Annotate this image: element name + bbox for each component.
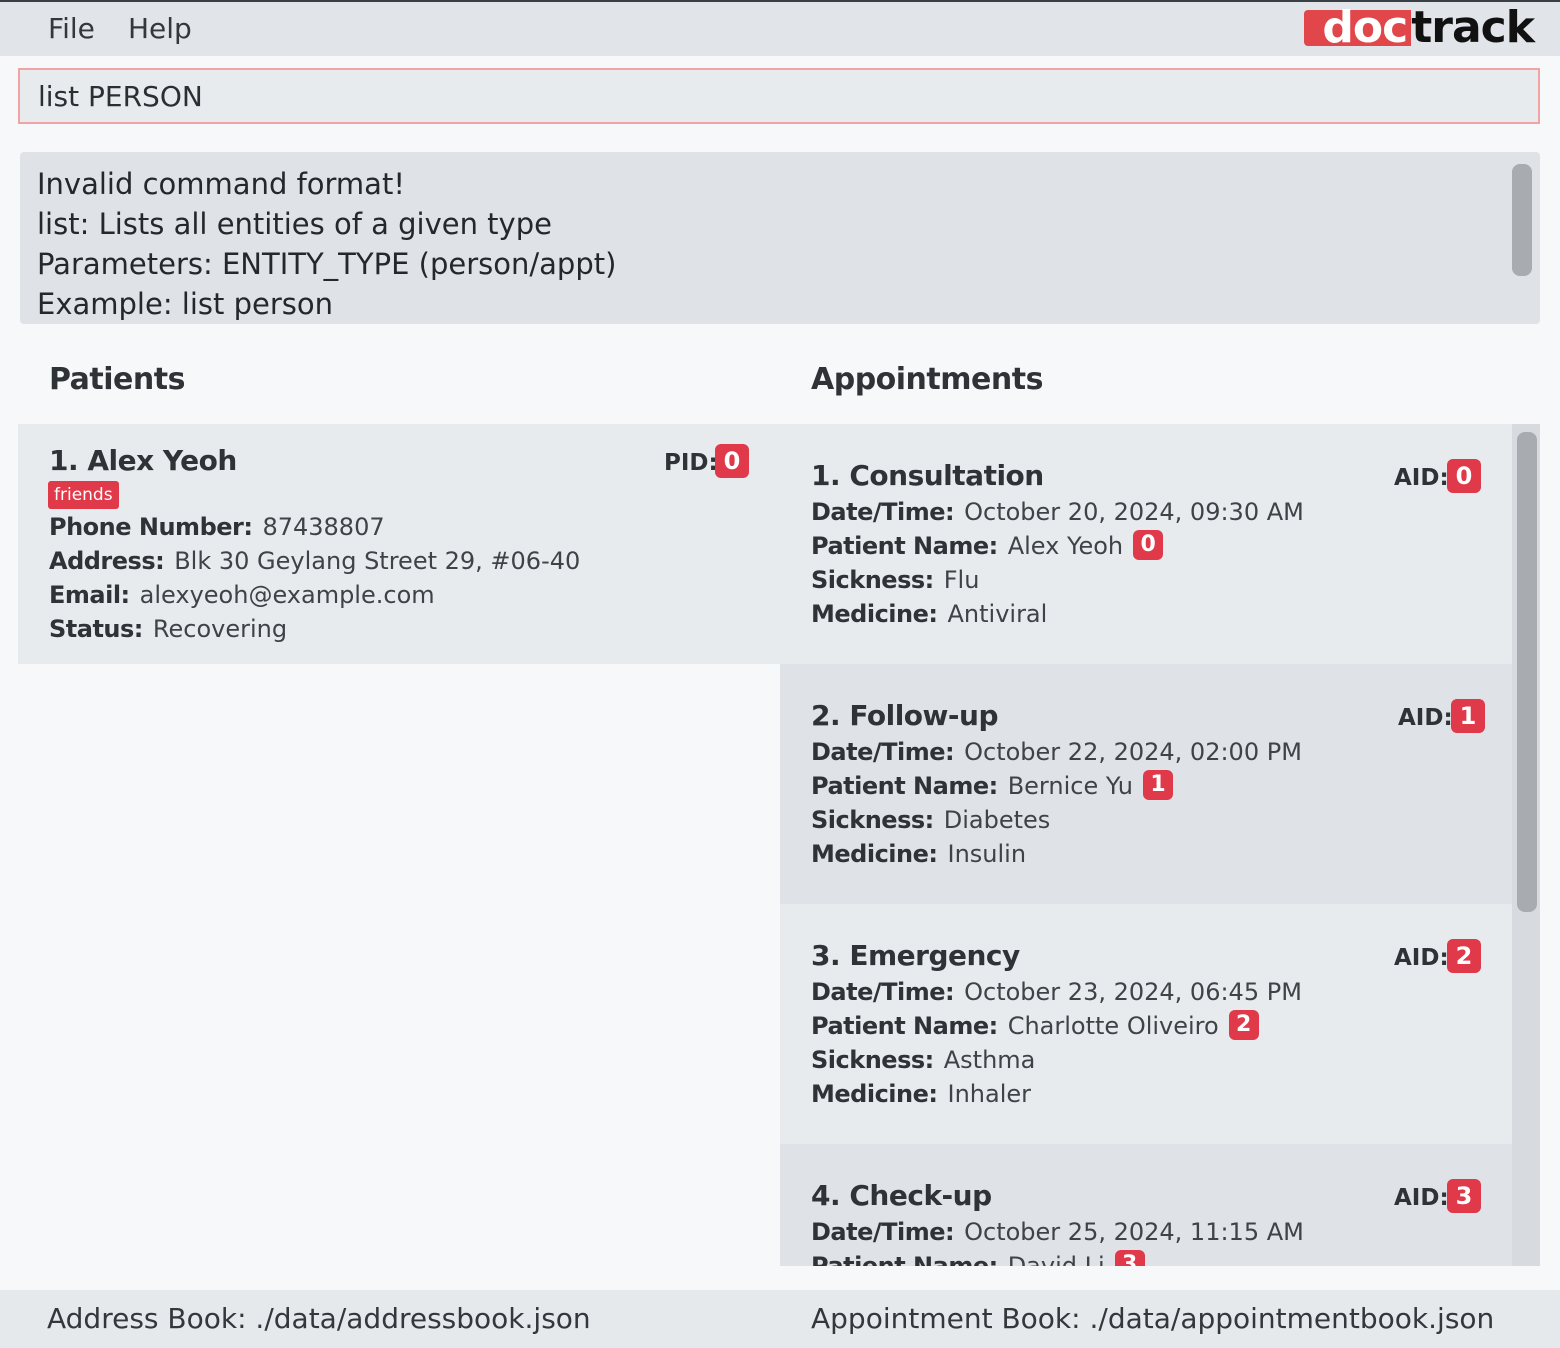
patient-card[interactable]: 1. Alex Yeoh PID: 0 friends Phone Number… <box>18 424 780 664</box>
appointment-scrollbar-thumb[interactable] <box>1517 432 1537 912</box>
appointment-list: 1. Consultation AID: 0 Date/Time: October… <box>780 424 1512 1266</box>
result-line: Example: list person <box>37 287 334 321</box>
aid-badge: 3 <box>1447 1179 1481 1213</box>
appointment-title: 2. Follow-up <box>811 699 999 732</box>
address-book-path: Address Book: ./data/addressbook.json <box>47 1302 591 1335</box>
aid-label: AID: <box>1394 465 1449 491</box>
result-scrollbar[interactable] <box>1512 162 1532 314</box>
appointment-datetime: Date/Time: October 23, 2024, 06:45 PM <box>811 978 1302 1006</box>
logo-track: track <box>1411 2 1535 53</box>
appointment-patient: Patient Name: Charlotte Oliveiro 2 <box>811 1010 1259 1042</box>
appointment-sickness: Sickness: Diabetes <box>811 806 1051 834</box>
patient-id-badge: 2 <box>1228 1010 1259 1040</box>
patients-title: Patients <box>49 362 185 397</box>
patient-status: Status: Recovering <box>49 615 288 643</box>
result-display: Invalid command format! list: Lists all … <box>20 152 1540 324</box>
aid-badge: 2 <box>1447 939 1481 973</box>
aid-badge: 1 <box>1451 699 1485 733</box>
aid-label: AID: <box>1398 705 1453 731</box>
appointments-title: Appointments <box>811 362 1043 397</box>
patient-address: Address: Blk 30 Geylang Street 29, #06-40 <box>49 547 581 575</box>
aid-label: AID: <box>1394 945 1449 971</box>
aid-badge: 0 <box>1447 459 1481 493</box>
appointment-card[interactable]: 1. Consultation AID: 0 Date/Time: October… <box>780 424 1512 664</box>
app-logo: doc track <box>1304 2 1535 53</box>
appointment-datetime: Date/Time: October 25, 2024, 11:15 AM <box>811 1218 1304 1246</box>
patient-id-badge: 0 <box>1133 530 1164 560</box>
appointment-sickness: Sickness: Flu <box>811 566 980 594</box>
logo-doc: doc <box>1304 6 1412 50</box>
patient-id-badge: 3 <box>1114 1250 1145 1266</box>
appointment-medicine: Medicine: Inhaler <box>811 1080 1031 1108</box>
result-line: list: Lists all entities of a given type <box>37 207 552 241</box>
result-text: Invalid command format! list: Lists all … <box>37 164 616 324</box>
pid-label: PID: <box>664 450 718 476</box>
patient-name: 1. Alex Yeoh <box>49 444 237 477</box>
appointment-title: 4. Check-up <box>811 1179 992 1212</box>
appointment-patient: Patient Name: Bernice Yu 1 <box>811 770 1173 802</box>
command-box <box>18 68 1540 124</box>
appointment-card[interactable]: 3. Emergency AID: 2 Date/Time: October 23… <box>780 904 1512 1144</box>
appointment-patient: Patient Name: David Li 3 <box>811 1250 1145 1266</box>
pid-badge: 0 <box>715 444 749 478</box>
menu-file[interactable]: File <box>48 12 95 45</box>
appointment-title: 1. Consultation <box>811 459 1044 492</box>
appointment-medicine: Medicine: Antiviral <box>811 600 1048 628</box>
appointment-medicine: Medicine: Insulin <box>811 840 1027 868</box>
appointment-scrollbar[interactable] <box>1512 424 1540 1266</box>
command-input[interactable] <box>38 70 1518 122</box>
aid-label: AID: <box>1394 1185 1449 1211</box>
status-bar: Address Book: ./data/addressbook.json Ap… <box>0 1290 1560 1348</box>
result-line: Parameters: ENTITY_TYPE (person/appt) <box>37 247 617 281</box>
patient-tag: friends <box>48 481 119 509</box>
appointment-title: 3. Emergency <box>811 939 1020 972</box>
patient-id-badge: 1 <box>1142 770 1173 800</box>
patient-email: Email: alexyeoh@example.com <box>49 581 435 609</box>
appointment-sickness: Sickness: Asthma <box>811 1046 1036 1074</box>
result-line: Invalid command format! <box>37 167 405 201</box>
patient-phone: Phone Number: 87438807 <box>49 513 385 541</box>
appointment-card[interactable]: 4. Check-up AID: 3 Date/Time: October 25,… <box>780 1144 1512 1266</box>
appointment-datetime: Date/Time: October 20, 2024, 09:30 AM <box>811 498 1304 526</box>
appointment-datetime: Date/Time: October 22, 2024, 02:00 PM <box>811 738 1302 766</box>
result-scrollbar-thumb[interactable] <box>1512 164 1532 276</box>
appointment-patient: Patient Name: Alex Yeoh 0 <box>811 530 1164 562</box>
appointment-book-path: Appointment Book: ./data/appointmentbook… <box>811 1302 1495 1335</box>
menu-help[interactable]: Help <box>128 12 192 45</box>
appointment-card[interactable]: 2. Follow-up AID: 1 Date/Time: October 22… <box>780 664 1512 904</box>
